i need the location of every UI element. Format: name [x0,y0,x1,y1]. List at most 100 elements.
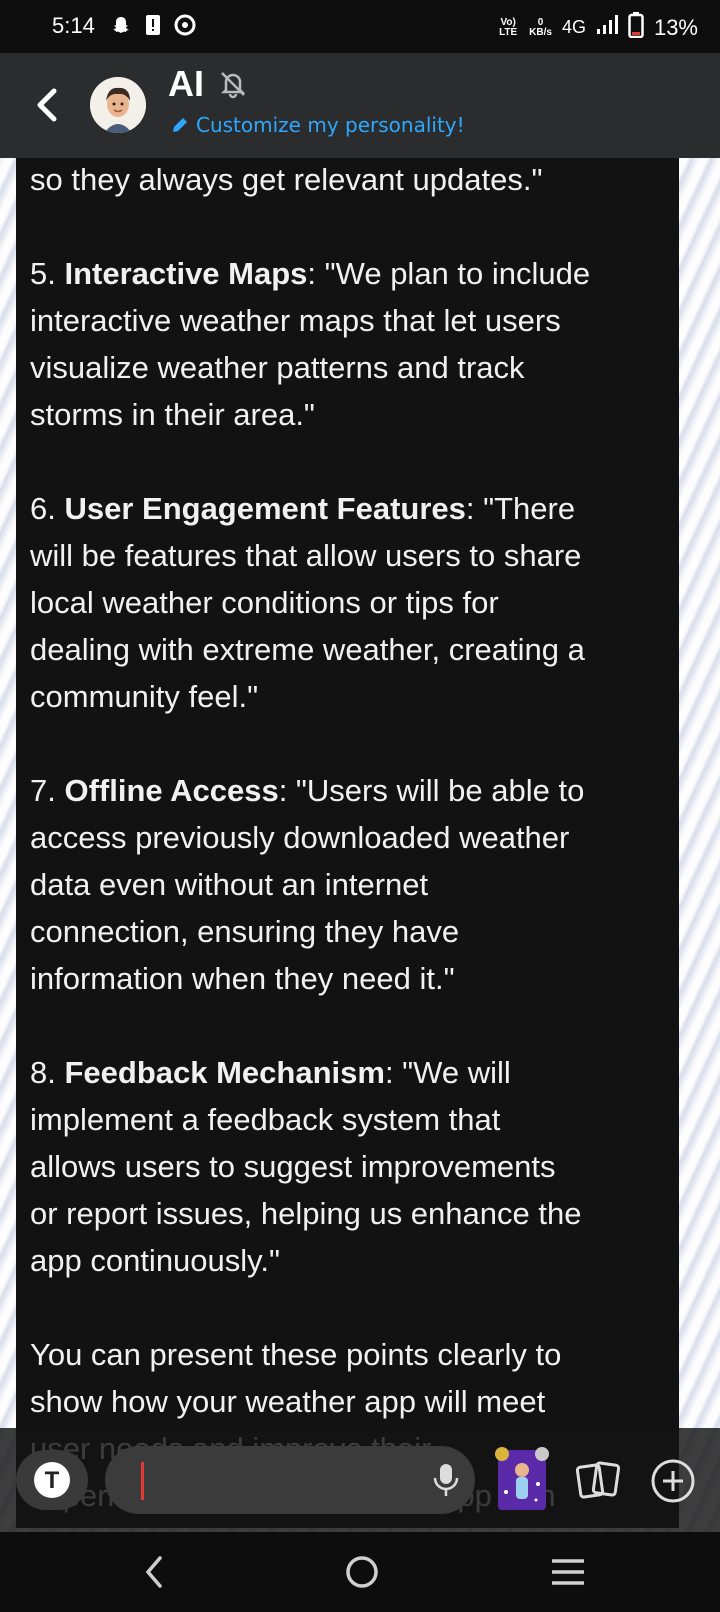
nav-menu-button[interactable] [550,1556,586,1588]
line-text-after: : "We will [384,1055,511,1090]
message-line: 8. Feedback Mechanism: "We will [16,1049,679,1096]
message-line [16,1284,679,1331]
app-icon [174,14,196,36]
message-line: connection, ensuring they have [16,908,679,955]
customize-personality-link[interactable]: Customize my personality! [170,113,465,137]
line-text: 6. [30,491,65,526]
plus-circle-icon [651,1459,695,1503]
bitmoji-sticker-button[interactable] [492,1444,552,1516]
status-right: Vo) LTE 0 KB/s 4G 13% [497,12,698,43]
line-text: You can present these points clearly to [30,1337,562,1372]
volte-indicator: Vo) LTE [499,16,518,38]
line-text-after: : "There [465,491,576,526]
message-line [16,720,679,767]
signal-icon [596,15,618,40]
message-line: show how your weather app will meet [16,1378,679,1425]
battery-percent: 13% [653,14,698,40]
bitmoji-icon [495,1447,549,1510]
message-composer: T [0,1428,720,1532]
text-format-button[interactable]: T [16,1450,88,1510]
message-line: local weather conditions or tips for [16,579,679,626]
customize-label: Customize my personality! [196,113,465,137]
line-bold-heading: Feedback Mechanism [64,1055,385,1090]
line-text: access previously downloaded weather [30,820,570,855]
nav-home-button[interactable] [344,1554,380,1590]
message-text: so they always get relevant updates." 5. … [16,158,679,1519]
ai-message-bubble: so they always get relevant updates." 5. … [16,158,679,1528]
chat-header: AI Customize my personality! [0,53,720,158]
speed-value: 0 [537,16,544,28]
message-line: data even without an internet [16,861,679,908]
line-text: 7. [30,773,65,808]
message-line: app continuously." [16,1237,679,1284]
line-bold-heading: User Engagement Features [64,491,466,526]
line-text: community feel." [30,679,259,714]
line-text: implement a feedback system that [30,1102,501,1137]
message-line [16,1002,679,1049]
message-line [16,203,679,250]
message-line: allows users to suggest improvements [16,1143,679,1190]
line-text: show how your weather app will meet [30,1384,546,1419]
battery-icon [628,12,644,43]
back-button[interactable] [28,83,68,127]
back-chevron-icon [37,88,57,122]
bitmoji-avatar-icon [90,77,146,133]
message-line: 6. User Engagement Features: "There [16,485,679,532]
sim-alert-icon [142,14,164,36]
line-bold-heading: Interactive Maps [64,256,308,291]
line-text: storms in their area." [30,397,315,432]
chat-title: AI [168,63,204,104]
message-line: visualize weather patterns and track [16,344,679,391]
text-cursor [141,1462,144,1500]
t-letter: T [45,1467,60,1494]
line-text: local weather conditions or tips for [30,585,499,620]
message-line: community feel." [16,673,679,720]
status-time: 5:14 [52,13,95,38]
system-nav-bar [0,1532,720,1612]
message-line: 7. Offline Access: "Users will be able t… [16,767,679,814]
cards-icon [575,1461,621,1499]
message-line: implement a feedback system that [16,1096,679,1143]
network-type: 4G [561,17,586,37]
line-text: or report issues, helping us enhance the [30,1196,582,1231]
microphone-icon[interactable] [431,1462,461,1498]
bell-off-icon [218,69,248,99]
line-text-after: : "We plan to include [307,256,591,291]
line-text-after: : "Users will be able to [278,773,585,808]
message-line: will be features that allow users to sha… [16,532,679,579]
message-line: so they always get relevant updates." [16,158,679,203]
pencil-icon [173,118,187,132]
chat-input[interactable] [105,1446,475,1514]
message-line [16,438,679,485]
nav-back-icon [145,1556,162,1588]
line-text: visualize weather patterns and track [30,350,525,385]
line-text: 5. [30,256,65,291]
nav-home-icon [346,1556,378,1588]
message-line: storms in their area." [16,391,679,438]
line-bold-heading: Offline Access [64,773,279,808]
data-speed: 0 KB/s [529,16,552,38]
snapchat-ghost-icon [110,14,132,36]
line-text: data even without an internet [30,867,429,902]
line-text: interactive weather maps that let users [30,303,561,338]
cards-button[interactable] [575,1458,623,1502]
line-text: connection, ensuring they have [30,914,460,949]
line-text: so they always get relevant updates." [30,162,543,197]
speed-unit: KB/s [529,26,552,38]
line-text: 8. [30,1055,65,1090]
message-line: dealing with extreme weather, creating a [16,626,679,673]
message-line: 5. Interactive Maps: "We plan to include [16,250,679,297]
nav-menu-icon [552,1559,584,1585]
line-text: dealing with extreme weather, creating a [30,632,585,667]
line-text: will be features that allow users to sha… [30,538,582,573]
avatar[interactable] [90,77,146,133]
message-line: access previously downloaded weather [16,814,679,861]
nav-back-button[interactable] [140,1550,170,1594]
line-text: information when they need it." [30,961,455,996]
message-line: interactive weather maps that let users [16,297,679,344]
status-bar: 5:14 Vo) LTE 0 KB/s 4G 13% [0,0,720,53]
line-text: app continuously." [30,1243,280,1278]
add-attachment-button[interactable] [650,1458,696,1504]
text-t-icon: T [34,1462,70,1498]
line-text: allows users to suggest improvements [30,1149,556,1184]
